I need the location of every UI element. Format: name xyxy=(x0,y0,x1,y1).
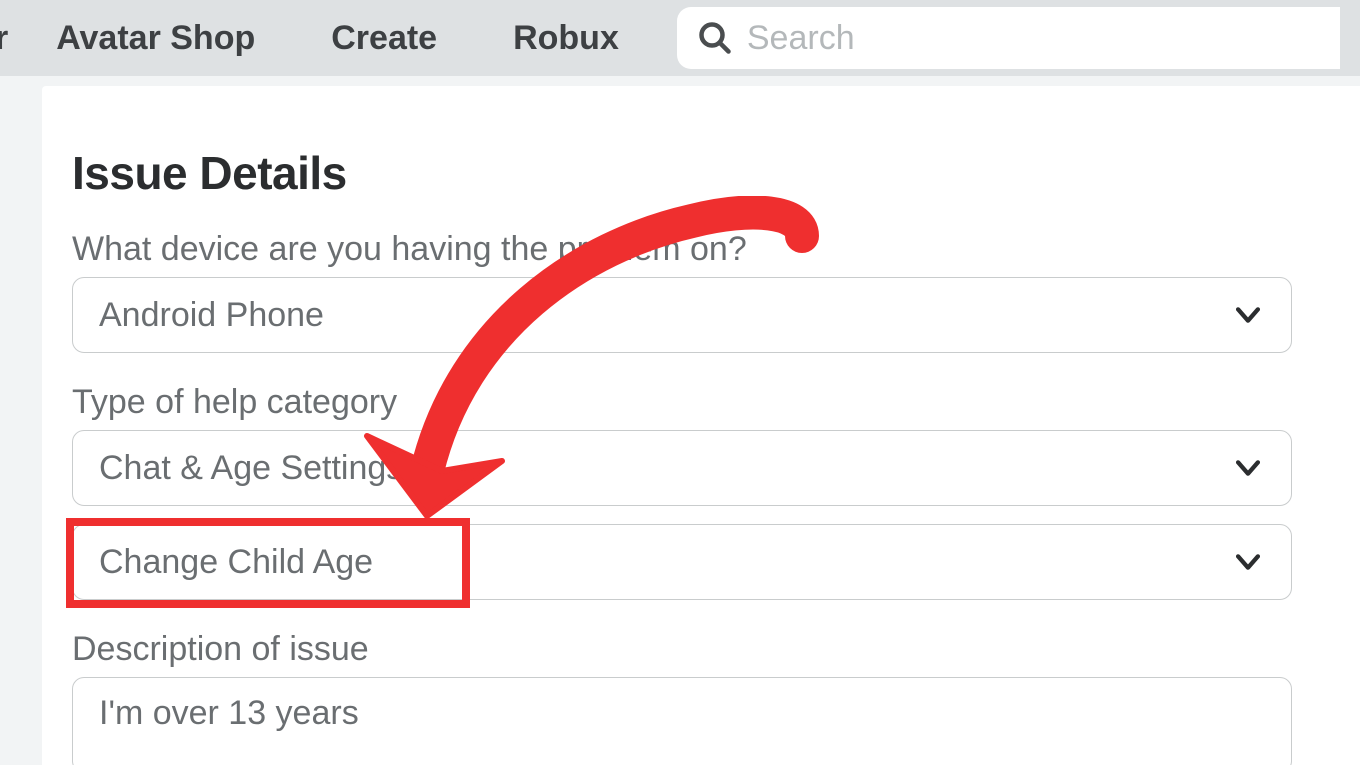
page-body: Issue Details What device are you having… xyxy=(0,76,1360,765)
form-card: Issue Details What device are you having… xyxy=(42,86,1360,765)
nav-avatar-shop[interactable]: Avatar Shop xyxy=(18,19,293,58)
page-title: Issue Details xyxy=(72,146,1332,200)
search-field[interactable] xyxy=(677,7,1340,69)
subcategory-select[interactable]: Change Child Age xyxy=(72,524,1292,600)
subcategory-select-value: Change Child Age xyxy=(99,543,373,582)
device-label: What device are you having the problem o… xyxy=(72,230,1332,269)
description-label: Description of issue xyxy=(72,630,1332,669)
nav-fragment: r xyxy=(0,19,18,58)
search-icon xyxy=(697,20,733,56)
device-select[interactable]: Android Phone xyxy=(72,277,1292,353)
device-select-value: Android Phone xyxy=(99,296,324,335)
chevron-down-icon xyxy=(1231,545,1265,579)
description-textarea[interactable] xyxy=(72,677,1292,765)
chevron-down-icon xyxy=(1231,451,1265,485)
category-label: Type of help category xyxy=(72,383,1332,422)
topbar: r Avatar Shop Create Robux xyxy=(0,0,1360,76)
nav-robux[interactable]: Robux xyxy=(475,19,657,58)
chevron-down-icon xyxy=(1231,298,1265,332)
nav-create[interactable]: Create xyxy=(293,19,475,58)
category-select-value: Chat & Age Settings xyxy=(99,449,403,488)
search-input[interactable] xyxy=(747,19,1320,58)
category-select[interactable]: Chat & Age Settings xyxy=(72,430,1292,506)
